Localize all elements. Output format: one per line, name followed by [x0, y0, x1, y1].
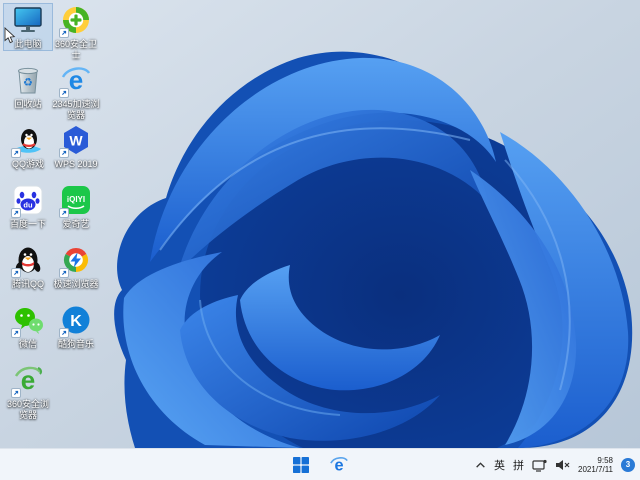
recycle-bin-icon: ♻ — [11, 64, 45, 98]
wps-icon: W — [59, 124, 93, 158]
icon-label: 回收站 — [14, 99, 42, 109]
browser-taskbar-button[interactable]: e — [326, 452, 352, 478]
this-pc-icon — [11, 4, 45, 38]
360-safeguard-icon — [59, 4, 93, 38]
taskbar-center-icons: e — [288, 449, 352, 480]
start-button[interactable] — [288, 452, 314, 478]
windows-logo-icon — [293, 457, 309, 473]
shortcut-arrow-badge — [59, 328, 69, 338]
360-safe-browser-icon: e — [11, 364, 45, 398]
shortcut-arrow-badge — [59, 28, 69, 38]
tray-chevron-up-icon[interactable] — [475, 460, 486, 471]
desktop-area[interactable]: 此电脑 ♻ 回收站 QQ游戏 du 百度一下 腾讯QQ 微信 e 360安全浏览… — [0, 0, 640, 448]
icon-label: 此电脑 — [14, 39, 42, 49]
icon-label: 腾讯QQ — [11, 279, 44, 289]
qq-games-icon — [11, 124, 45, 158]
notification-badge[interactable]: 3 — [621, 458, 635, 472]
2345-browser-icon: e — [59, 64, 93, 98]
iqiyi-icon: iQIYI — [59, 184, 93, 218]
desktop-icon-qq-games[interactable]: QQ游戏 — [4, 124, 52, 170]
taskbar-clock[interactable]: 9:58 2021/7/11 — [578, 456, 613, 474]
kugou-music-icon: K — [59, 304, 93, 338]
browser-e-icon: e — [330, 457, 348, 475]
icon-label: 爱奇艺 — [62, 219, 90, 229]
shortcut-arrow-badge — [59, 148, 69, 158]
icon-label: 2345加速浏览器 — [52, 99, 100, 120]
baidu-icon: du — [11, 184, 45, 218]
desktop-icon-baidu[interactable]: du 百度一下 — [4, 184, 52, 230]
desktop-icon-360-browser[interactable]: e 360安全浏览器 — [4, 364, 52, 421]
icon-label: WPS 2019 — [54, 159, 98, 169]
desktop-icon-360-safeguard[interactable]: 360安全卫士 — [52, 4, 100, 61]
desktop-icon-this-pc[interactable]: 此电脑 — [3, 3, 53, 51]
shortcut-arrow-badge — [59, 88, 69, 98]
shortcut-arrow-badge — [59, 268, 69, 278]
icon-label: 360安全浏览器 — [6, 399, 50, 420]
clock-date: 2021/7/11 — [578, 465, 613, 474]
shortcut-arrow-badge — [59, 208, 69, 218]
icon-label: QQ游戏 — [11, 159, 44, 169]
svg-text:K: K — [70, 313, 82, 330]
ime-pinyin-indicator[interactable]: 拼 — [513, 457, 524, 473]
desktop-icon-wechat[interactable]: 微信 — [4, 304, 52, 350]
icon-label: 百度一下 — [9, 219, 46, 229]
windows-desktop-screen: 此电脑 ♻ 回收站 QQ游戏 du 百度一下 腾讯QQ 微信 e 360安全浏览… — [0, 0, 640, 480]
tencent-qq-icon — [11, 244, 45, 278]
system-tray: 英 拼 9:58 2021/7/11 3 — [475, 449, 635, 480]
speed-browser-icon — [59, 244, 93, 278]
volume-muted-icon[interactable] — [555, 459, 570, 471]
svg-text:iQIYI: iQIYI — [67, 195, 85, 204]
taskbar: e 英 拼 9:58 2021/7/11 3 — [0, 448, 640, 480]
icon-label: 360安全卫士 — [54, 39, 98, 60]
desktop-icon-wps[interactable]: W WPS 2019 — [52, 124, 100, 170]
svg-text:♻: ♻ — [23, 77, 33, 89]
desktop-icon-tencent-qq[interactable]: 腾讯QQ — [4, 244, 52, 290]
shortcut-arrow-badge — [11, 388, 21, 398]
desktop-icon-2345-browser[interactable]: e 2345加速浏览器 — [52, 64, 100, 121]
icon-label: 极速浏览器 — [53, 279, 99, 289]
shortcut-arrow-badge — [11, 328, 21, 338]
network-icon[interactable] — [532, 459, 547, 472]
clock-time: 9:58 — [597, 456, 613, 465]
wechat-icon — [11, 304, 45, 338]
svg-text:du: du — [23, 201, 33, 210]
icon-label: 酷狗音乐 — [57, 339, 94, 349]
shortcut-arrow-badge — [11, 148, 21, 158]
shortcut-arrow-badge — [11, 208, 21, 218]
desktop-icon-iqiyi[interactable]: iQIYI 爱奇艺 — [52, 184, 100, 230]
desktop-icon-speed-browser[interactable]: 极速浏览器 — [52, 244, 100, 290]
shortcut-arrow-badge — [11, 268, 21, 278]
icon-label: 微信 — [18, 339, 37, 349]
ime-english-indicator[interactable]: 英 — [494, 457, 505, 473]
desktop-icon-kugou[interactable]: K 酷狗音乐 — [52, 304, 100, 350]
desktop-icon-recycle-bin[interactable]: ♻ 回收站 — [4, 64, 52, 110]
svg-text:W: W — [69, 133, 83, 149]
